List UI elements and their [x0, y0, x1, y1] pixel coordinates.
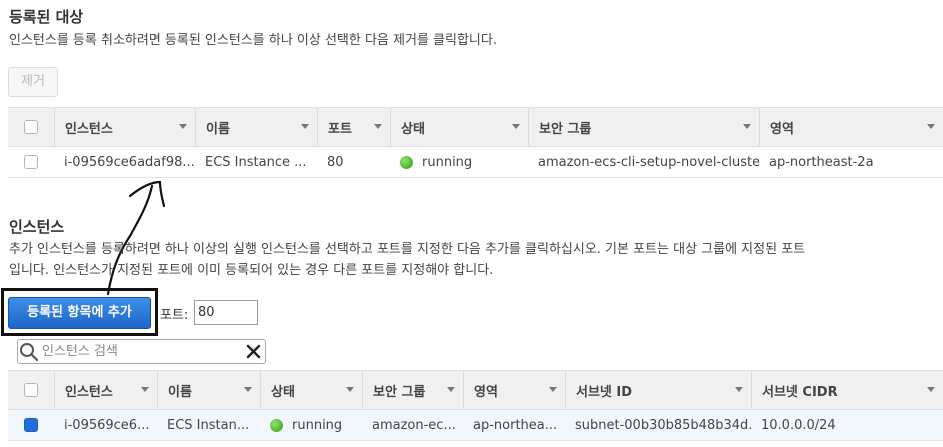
- sort-caret-icon: [447, 387, 455, 392]
- cell-name: ECS Instance ...: [205, 154, 307, 170]
- sort-caret-icon: [512, 124, 520, 129]
- cell-zone: ap-northeast-2a: [769, 154, 874, 170]
- running-status-icon: [270, 418, 283, 432]
- column-header-instance[interactable]: 인스턴스: [54, 371, 157, 409]
- cell-zone: ap-northea...: [473, 417, 558, 433]
- column-header-security-group[interactable]: 보안 그룹: [362, 371, 463, 409]
- sort-caret-icon: [927, 387, 935, 392]
- instances-table: 인스턴스 이름 상태 보안 그룹 영역 서브넷 ID 서브넷 CIDR i-09…: [8, 370, 943, 441]
- column-header-subnet-cidr[interactable]: 서브넷 CIDR: [751, 371, 943, 409]
- column-header-name[interactable]: 이름: [157, 371, 260, 409]
- table-row[interactable]: i-09569ce6... ECS Instan... running amaz…: [8, 410, 943, 441]
- instance-search-input[interactable]: [40, 341, 243, 362]
- sort-caret-icon: [179, 124, 187, 129]
- port-label: 포트:: [160, 308, 189, 323]
- cell-subnet-cidr: 10.0.0.0/24: [761, 417, 836, 433]
- remove-button[interactable]: 제거: [8, 67, 58, 97]
- cell-status: running: [260, 410, 362, 440]
- cell-status: running: [390, 147, 528, 177]
- instances-title: 인스턴스: [9, 218, 65, 236]
- row-checkbox-checked[interactable]: [8, 410, 54, 440]
- cell-instance: i-09569ce6adaf98...: [64, 154, 195, 170]
- cell-name: ECS Instan...: [167, 417, 250, 433]
- sort-caret-icon: [374, 124, 382, 129]
- cell-security-group: amazon-ecs-cli-setup-novel-cluste...: [538, 154, 759, 170]
- column-header-subnet-id[interactable]: 서브넷 ID: [565, 371, 751, 409]
- sort-caret-icon: [346, 387, 354, 392]
- cell-security-group: amazon-ec...: [372, 417, 456, 433]
- running-status-icon: [400, 155, 413, 169]
- instance-search-box: [17, 339, 266, 364]
- column-header-zone[interactable]: 영역: [463, 371, 565, 409]
- registered-targets-table: 인스턴스 이름 포트 상태 보안 그룹 영역 i-09569ce6adaf98.…: [8, 107, 943, 178]
- column-header-port[interactable]: 포트: [317, 108, 390, 146]
- sort-caret-icon: [301, 124, 309, 129]
- sort-caret-icon: [141, 387, 149, 392]
- column-header-name[interactable]: 이름: [195, 108, 317, 146]
- sort-caret-icon: [549, 387, 557, 392]
- cell-instance: i-09569ce6...: [64, 417, 150, 433]
- column-header-zone[interactable]: 영역: [759, 108, 943, 146]
- instances-description-line1: 추가 인스턴스를 등록하려면 하나 이상의 실행 인스턴스를 선택하고 포트를 …: [9, 242, 806, 257]
- select-all-checkbox[interactable]: [8, 371, 54, 409]
- registered-targets-description: 인스턴스를 등록 취소하려면 등록된 인스턴스를 하나 이상 선택한 다음 제거…: [9, 33, 497, 48]
- column-header-status[interactable]: 상태: [260, 371, 362, 409]
- search-icon: [20, 342, 39, 361]
- instances-description-line2: 입니다. 인스턴스가 지정된 포트에 이미 등록되어 있는 경우 다른 포트를 …: [9, 263, 494, 278]
- registered-targets-title: 등록된 대상: [9, 8, 84, 26]
- sort-caret-icon: [735, 387, 743, 392]
- cell-subnet-id: subnet-00b30b85b48b34d...: [575, 417, 751, 433]
- table-row[interactable]: i-09569ce6adaf98... ECS Instance ... 80 …: [8, 147, 943, 178]
- sort-caret-icon: [244, 387, 252, 392]
- port-input[interactable]: [194, 300, 258, 325]
- column-header-security-group[interactable]: 보안 그룹: [528, 108, 759, 146]
- clear-search-icon[interactable]: [243, 341, 265, 363]
- sort-caret-icon: [743, 124, 751, 129]
- highlight-annotation-box: [1, 288, 158, 336]
- sort-caret-icon: [927, 124, 935, 129]
- select-all-checkbox[interactable]: [8, 108, 54, 146]
- row-checkbox[interactable]: [8, 147, 54, 177]
- cell-port: 80: [327, 154, 344, 170]
- table-header: 인스턴스 이름 상태 보안 그룹 영역 서브넷 ID 서브넷 CIDR: [8, 371, 943, 410]
- column-header-instance[interactable]: 인스턴스: [54, 108, 195, 146]
- table-header: 인스턴스 이름 포트 상태 보안 그룹 영역: [8, 108, 943, 147]
- column-header-status[interactable]: 상태: [390, 108, 528, 146]
